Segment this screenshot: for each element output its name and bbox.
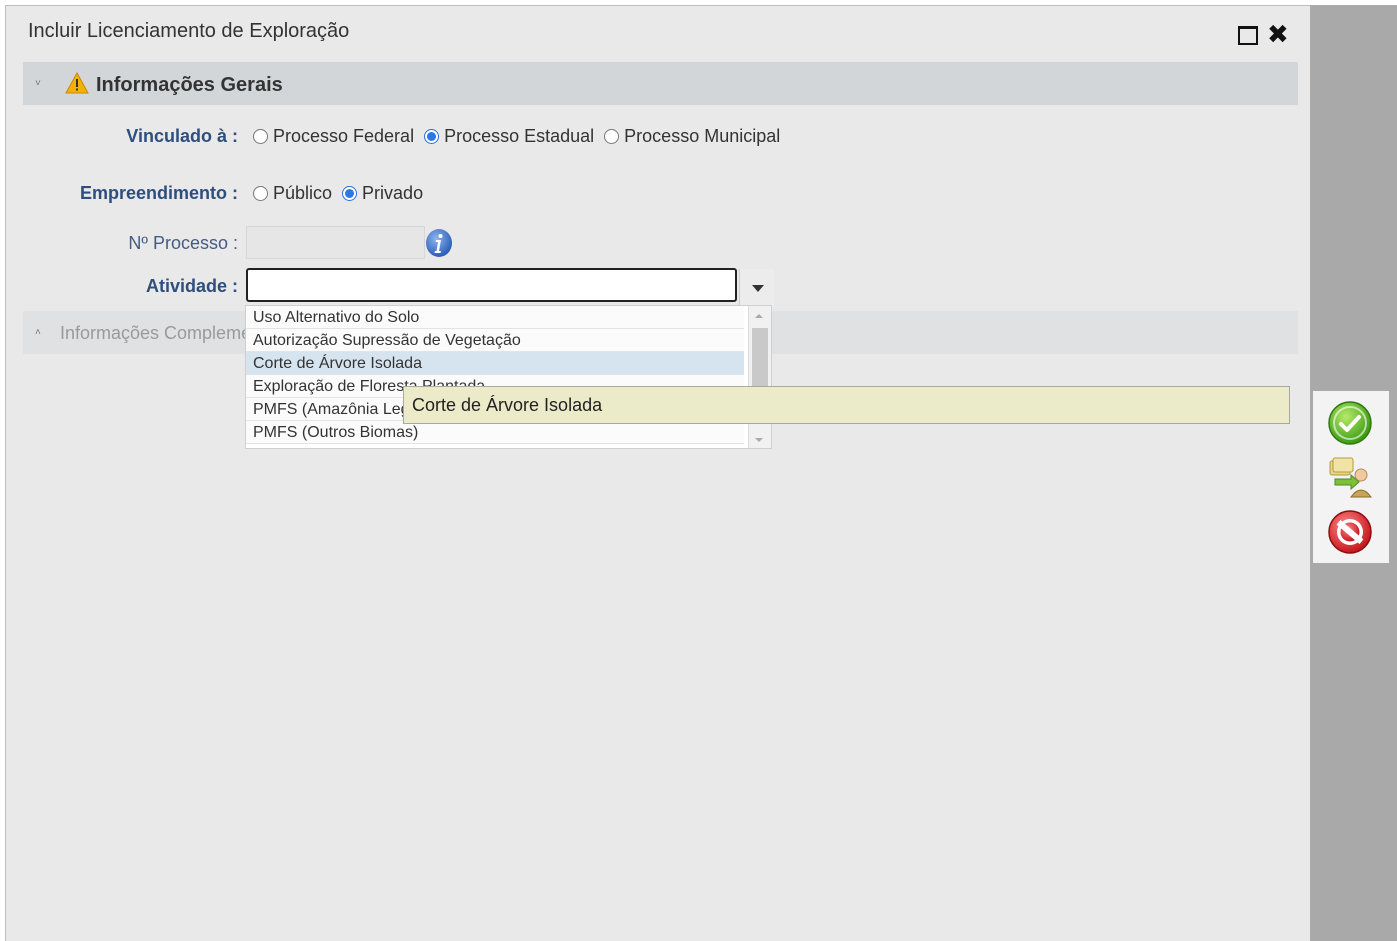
radio-privado[interactable]: Privado [342,183,423,204]
empreendimento-radio-group: Público Privado [253,183,433,204]
section-general-header[interactable]: ˅ Informações Gerais [23,62,1298,105]
dialog-window: Incluir Licenciamento de Exploração ✖ ˅ … [5,5,1310,941]
radio-button[interactable] [253,129,268,144]
collapse-toggle-icon: ˅ [35,78,41,89]
forbidden-icon[interactable] [1327,509,1373,555]
atividade-dropdown-list: Uso Alternativo do Solo Autorização Supr… [245,305,772,449]
scroll-down-icon[interactable] [755,438,763,442]
dropdown-option[interactable]: Uso Alternativo do Solo [246,306,744,329]
dropdown-option-highlighted[interactable]: Corte de Árvore Isolada [246,352,744,375]
maximize-icon [1238,26,1258,45]
radio-label: Processo Federal [273,126,415,146]
dropdown-option[interactable]: Autorização Supressão de Vegetação [246,329,744,352]
radio-label: Privado [362,183,424,203]
section-general-label: Informações Gerais [96,74,283,96]
radio-processo-estadual[interactable]: Processo Estadual [424,126,594,147]
radio-processo-municipal[interactable]: Processo Municipal [604,126,780,147]
radio-button[interactable] [604,129,620,144]
warning-icon [65,72,89,94]
vinculado-radio-group: Processo Federal Processo Estadual Proce… [253,126,790,147]
radio-publico[interactable]: Público [253,183,332,204]
dialog-title: Incluir Licenciamento de Exploração [28,20,350,42]
radio-processo-federal[interactable]: Processo Federal [253,126,414,147]
chevron-down-icon [752,285,764,292]
processo-input[interactable] [246,226,425,259]
atividade-label: Atividade : [145,276,238,296]
radio-label: Processo Estadual [444,126,595,146]
close-icon: ✖ [1267,19,1289,49]
processo-label: Nº Processo : [128,233,238,253]
atividade-dropdown-button[interactable] [739,269,774,307]
check-circle-icon[interactable] [1327,400,1373,446]
maximize-button[interactable] [1237,24,1259,46]
dropdown-option[interactable]: PMFS (Outros Biomas) [246,421,744,444]
info-icon[interactable] [425,228,453,258]
radio-label: Público [273,183,333,203]
radio-label: Processo Municipal [624,126,781,146]
radio-button[interactable] [253,186,268,201]
vinculado-label: Vinculado à : [126,126,238,146]
radio-button-checked[interactable] [342,186,358,201]
radio-button-checked[interactable] [424,129,440,144]
empreendimento-label: Empreendimento : [79,183,238,203]
scroll-up-icon[interactable] [755,314,763,318]
close-button[interactable]: ✖ [1267,21,1289,47]
expand-toggle-icon: ˄ [35,327,41,338]
dropdown-scrollbar[interactable] [748,306,771,448]
option-tooltip: Corte de Árvore Isolada [403,386,1290,424]
transfer-user-icon[interactable] [1327,455,1373,501]
atividade-input[interactable] [246,268,737,302]
scroll-thumb[interactable] [752,328,768,392]
